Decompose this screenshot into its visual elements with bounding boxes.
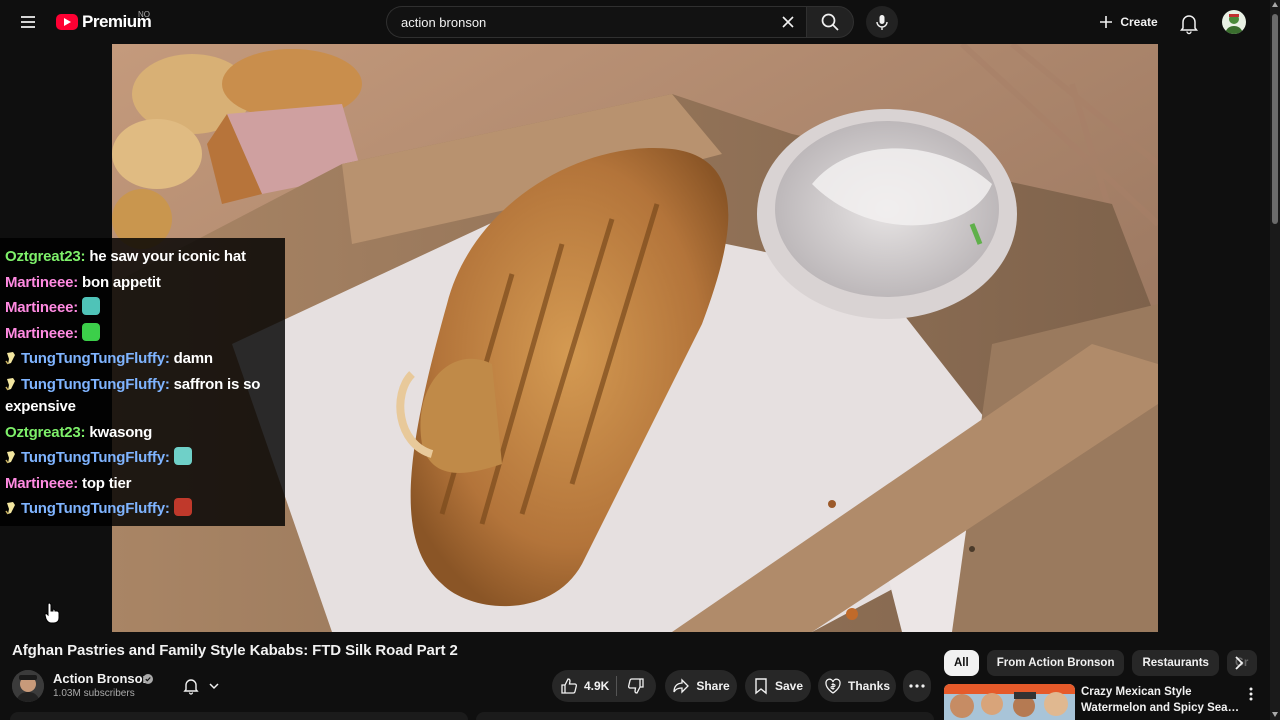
thanks-label: Thanks [847,679,890,693]
chat-message: Martineee: [5,322,279,345]
save-button[interactable]: Save [745,670,811,702]
chevron-right-icon[interactable] [1228,652,1250,674]
scrollbar-thumb[interactable] [1272,14,1278,224]
subscribed-notification-button[interactable] [172,670,230,702]
more-horizontal-icon [909,684,925,688]
chat-message: TungTungTungFluffy: saffron is so expensi… [5,374,279,418]
chat-message: Oztgreat23: he saw your iconic hat [5,246,279,268]
like-dislike-group: 4.9K [552,670,656,702]
dislike-button[interactable] [617,670,655,702]
chat-text: he saw your iconic hat [89,248,246,265]
youtube-logo[interactable]: Premium [56,12,152,32]
chat-message: Martineee: top tier [5,473,279,495]
voice-search-button[interactable] [866,6,898,38]
description-box-edge [10,712,468,720]
search-input[interactable] [401,7,771,37]
chat-message: Martineee: bon appetit [5,272,279,294]
channel-name[interactable]: Action Bronson [53,671,151,686]
comments-box-edge [476,712,934,720]
chip-restaurants[interactable]: Restaurants [1132,650,1219,676]
youtube-logo-icon [56,14,78,30]
thanks-button[interactable]: Thanks [818,670,896,702]
youtube-watch-page: Premium NO Create [0,0,1280,720]
more-vertical-icon[interactable] [1244,686,1258,702]
search-icon [821,13,839,31]
share-button[interactable]: Share [665,670,737,702]
chat-username[interactable]: Martineee: [5,299,78,316]
bell-icon [183,679,199,695]
share-label: Share [696,679,730,693]
recommendation-title-line1: Crazy Mexican Style [1081,686,1192,698]
channel-avatar[interactable] [12,670,44,702]
chevron-down-icon [209,683,219,690]
chat-message: TungTungTungFluffy: [5,498,279,520]
bell-icon[interactable] [1176,10,1202,36]
chat-username[interactable]: TungTungTungFluffy: [21,449,170,466]
chat-username[interactable]: Oztgreat23: [5,248,86,265]
scroll-up-arrow-icon[interactable] [1272,2,1278,7]
bookmark-icon [755,678,767,695]
heart-dollar-icon [825,678,841,694]
chat-text: kwasong [89,423,153,441]
chip-all[interactable]: All [944,650,979,676]
save-label: Save [774,679,804,693]
like-count: 4.9K [584,679,610,693]
recommendation-title-line2: Watermelon and Spicy Seafoo... [1081,702,1241,714]
filter-chips: All From Action Bronson Restaurants Gr [944,650,1257,676]
chat-text: bon appetit [82,273,161,291]
emote-green-icon [82,322,101,341]
chat-message: TungTungTungFluffy: damn [5,348,279,370]
region-code: NO [138,10,150,19]
search-box [386,6,810,38]
create-label: Create [1120,15,1158,29]
recommendation-title[interactable]: Crazy Mexican Style Watermelon and Spicy… [1081,684,1241,716]
emote-red-icon [173,498,192,517]
create-button[interactable]: Create [1092,6,1164,38]
member-badge-icon [5,451,15,464]
recommendation-thumbnail[interactable] [944,684,1075,720]
thumbs-up-icon [561,678,577,694]
chat-username[interactable]: Martineee: [5,475,78,492]
close-icon[interactable] [780,14,796,30]
search-button[interactable] [806,6,854,38]
scroll-down-arrow-icon[interactable] [1272,712,1278,717]
hand-cursor-icon [44,602,60,624]
emote-cyan-icon [82,297,101,316]
chat-message: Martineee: [5,297,279,319]
more-actions-button[interactable] [903,670,931,702]
chat-username[interactable]: TungTungTungFluffy: [21,500,170,517]
chat-message: TungTungTungFluffy: [5,447,279,469]
member-badge-icon [5,377,15,391]
mic-icon [876,15,888,30]
menu-icon[interactable] [16,10,40,34]
video-title: Afghan Pastries and Family Style Kababs:… [12,642,458,659]
chat-text: top tier [82,474,132,492]
chat-username[interactable]: Oztgreat23: [5,424,86,441]
chat-text: damn [173,350,213,368]
chat-username[interactable]: Martineee: [5,274,78,291]
verified-icon [143,674,153,684]
emote-teal-icon [173,447,192,466]
member-badge-icon [5,352,15,365]
chat-overlay: Oztgreat23: he saw your iconic hat Martine… [0,238,285,526]
thumbs-down-icon [628,678,644,694]
plus-icon [1100,16,1113,28]
top-bar: Premium NO Create [0,0,1280,44]
avatar[interactable] [1222,10,1246,34]
chat-username[interactable]: TungTungTungFluffy: [21,350,170,367]
chat-username[interactable]: Martineee: [5,325,78,342]
chat-username[interactable]: TungTungTungFluffy: [21,376,170,393]
subscriber-count: 1.03M subscribers [53,688,135,699]
chat-message: Oztgreat23: kwasong [5,422,279,444]
share-icon [673,678,690,694]
page-scrollbar[interactable] [1270,0,1280,720]
like-button[interactable]: 4.9K [552,670,616,702]
chip-from-channel[interactable]: From Action Bronson [986,650,1125,676]
member-badge-icon [5,502,15,515]
